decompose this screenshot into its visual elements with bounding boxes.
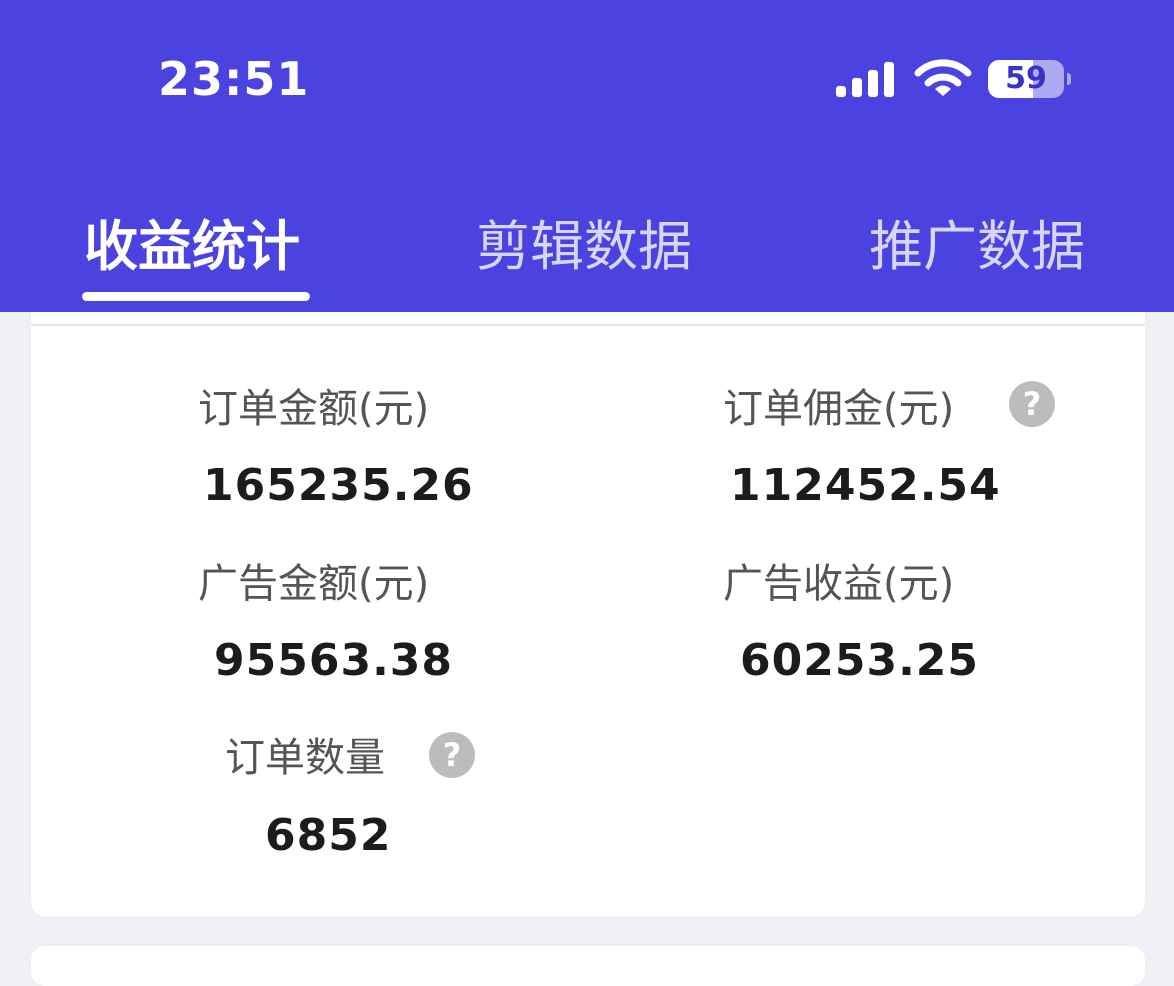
order-count-label: 订单数量 bbox=[225, 735, 385, 781]
card-divider bbox=[31, 324, 1145, 326]
order-amount-label: 订单金额(元) bbox=[198, 386, 430, 432]
signal-bars-icon bbox=[836, 62, 894, 97]
stats-card: 订单金额(元) 165235.26 订单佣金(元) ? 112452.54 广告… bbox=[31, 312, 1145, 916]
battery-body: 59 bbox=[988, 60, 1064, 98]
order-commission-label: 订单佣金(元) bbox=[723, 386, 955, 432]
wifi-icon bbox=[914, 59, 972, 96]
battery-level: 59 bbox=[1005, 61, 1047, 96]
tab-promotion-data[interactable]: 推广数据 bbox=[869, 212, 1085, 282]
secondary-card bbox=[31, 946, 1145, 986]
app-header: 23:51 59 收益统计 剪辑数据 推广数据 bbox=[0, 0, 1174, 312]
order-count-help-icon[interactable]: ? bbox=[429, 732, 475, 778]
order-amount-value: 165235.26 bbox=[203, 460, 474, 511]
active-tab-indicator bbox=[82, 292, 310, 301]
order-commission-value: 112452.54 bbox=[730, 460, 1001, 511]
ad-revenue-value: 60253.25 bbox=[740, 635, 980, 686]
ad-amount-value: 95563.38 bbox=[214, 635, 454, 686]
ad-amount-label: 广告金额(元) bbox=[198, 561, 430, 607]
tab-editing-data[interactable]: 剪辑数据 bbox=[476, 212, 692, 282]
battery-cap bbox=[1067, 73, 1071, 85]
order-count-value: 6852 bbox=[265, 810, 392, 861]
battery-icon: 59 bbox=[988, 60, 1071, 98]
tab-revenue-stats[interactable]: 收益统计 bbox=[84, 212, 300, 282]
order-commission-help-icon[interactable]: ? bbox=[1009, 381, 1055, 427]
ad-revenue-label: 广告收益(元) bbox=[723, 561, 955, 607]
status-time: 23:51 bbox=[158, 52, 310, 106]
status-icons: 59 bbox=[834, 58, 1084, 102]
